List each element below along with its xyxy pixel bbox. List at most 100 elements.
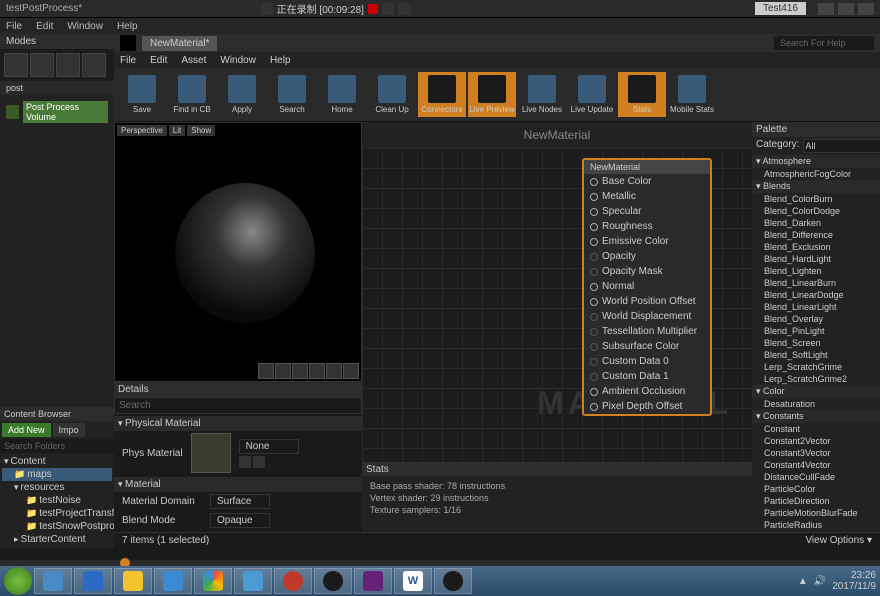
tray-icon[interactable]: 🔊	[814, 576, 826, 587]
node-pin[interactable]: Tessellation Multiplier	[584, 324, 710, 339]
taskbar-item[interactable]	[314, 568, 352, 594]
palette-item[interactable]: Constant	[752, 423, 880, 435]
tray-icon[interactable]: ▲	[798, 576, 808, 587]
taskbar-item[interactable]	[434, 568, 472, 594]
ppv-row[interactable]: Post Process Volume	[0, 95, 114, 129]
palette-item[interactable]: Blend_LinearBurn	[752, 277, 880, 289]
toolbar-save-button[interactable]: Save	[118, 72, 166, 117]
palette-item[interactable]: Lerp_ScratchGrime2	[752, 373, 880, 385]
palette-cat-dropdown[interactable]	[803, 139, 880, 153]
foliage-mode-icon[interactable]	[82, 53, 106, 77]
toolbar-search-button[interactable]: Search	[268, 72, 316, 117]
palette-item[interactable]: Blend_Exclusion	[752, 241, 880, 253]
add-new-button[interactable]: Add New	[2, 423, 51, 437]
taskbar-item[interactable]	[194, 568, 232, 594]
emenu-file[interactable]: File	[120, 55, 136, 66]
toolbar-live-preview-button[interactable]: Live Preview	[468, 72, 516, 117]
search-folders-input[interactable]: Search Folders	[0, 439, 114, 453]
node-pin[interactable]: World Displacement	[584, 309, 710, 324]
palette-item[interactable]: ParticleDirection	[752, 495, 880, 507]
vp-shape-icon[interactable]	[292, 363, 308, 379]
material-node[interactable]: NewMaterial Base ColorMetallicSpecularRo…	[582, 158, 712, 416]
taskbar-item[interactable]	[74, 568, 112, 594]
tray-date[interactable]: 2017/11/9	[832, 581, 876, 592]
palette-group[interactable]: ▾ Color	[752, 385, 880, 398]
landscape-mode-icon[interactable]	[56, 53, 80, 77]
reset-icon[interactable]	[253, 456, 265, 468]
palette-item[interactable]: Blend_SoftLight	[752, 349, 880, 361]
menu-edit[interactable]: Edit	[36, 21, 53, 32]
palette-item[interactable]: ParticleColor	[752, 483, 880, 495]
taskbar-item[interactable]	[234, 568, 272, 594]
palette-item[interactable]: Blend_Difference	[752, 229, 880, 241]
start-button[interactable]	[4, 567, 32, 595]
paint-mode-icon[interactable]	[30, 53, 54, 77]
vp-show[interactable]: Show	[187, 125, 215, 136]
vp-shape-icon[interactable]	[326, 363, 342, 379]
vp-shape-icon[interactable]	[275, 363, 291, 379]
palette-item[interactable]: Constant4Vector	[752, 459, 880, 471]
taskbar-item[interactable]	[274, 568, 312, 594]
vp-perspective[interactable]: Perspective	[117, 125, 167, 136]
palette-item[interactable]: Blend_Darken	[752, 217, 880, 229]
toolbar-connectors-button[interactable]: Connectors	[418, 72, 466, 117]
node-pin[interactable]: Opacity Mask	[584, 264, 710, 279]
node-pin[interactable]: Specular	[584, 204, 710, 219]
physmat-section[interactable]: ▾ Physical Material	[114, 416, 362, 431]
palette-item[interactable]: Blend_PinLight	[752, 325, 880, 337]
palette-item[interactable]: Blend_ColorBurn	[752, 193, 880, 205]
palette-item[interactable]: Blend_LinearLight	[752, 301, 880, 313]
taskbar-item[interactable]	[34, 568, 72, 594]
palette-item[interactable]: DistanceCullFade	[752, 471, 880, 483]
node-pin[interactable]: Metallic	[584, 189, 710, 204]
toolbar-home-button[interactable]: Home	[318, 72, 366, 117]
palette-item[interactable]: Constant3Vector	[752, 447, 880, 459]
emenu-window[interactable]: Window	[220, 55, 256, 66]
palette-item[interactable]: Blend_ColorDodge	[752, 205, 880, 217]
folder-maps[interactable]: 📁 maps	[2, 468, 112, 481]
node-pin[interactable]: World Position Offset	[584, 294, 710, 309]
toolbar-live-update-button[interactable]: Live Update	[568, 72, 616, 117]
node-pin[interactable]: Pixel Depth Offset	[584, 399, 710, 414]
details-search-input[interactable]: Search	[114, 397, 362, 414]
palette-group[interactable]: ▾ Blends	[752, 180, 880, 193]
palette-group[interactable]: ▾ Constants	[752, 410, 880, 423]
physmat-thumb[interactable]	[191, 433, 231, 473]
folder-testnoise[interactable]: 📁 testNoise	[2, 494, 112, 507]
material-viewport[interactable]: Perspective Lit Show	[114, 122, 362, 382]
vp-shape-icon[interactable]	[343, 363, 359, 379]
node-pin[interactable]: Emissive Color	[584, 234, 710, 249]
folder-resources[interactable]: ▾ resources	[2, 481, 112, 494]
editor-tab[interactable]: NewMaterial*	[142, 36, 217, 51]
toolbar-live-nodes-button[interactable]: Live Nodes	[518, 72, 566, 117]
palette-item[interactable]: ParticleMotionBlurFade	[752, 507, 880, 519]
menu-file[interactable]: File	[6, 21, 22, 32]
browse-icon[interactable]	[239, 456, 251, 468]
blend-mode-dropdown[interactable]: Opaque	[210, 513, 270, 528]
node-pin[interactable]: Subsurface Color	[584, 339, 710, 354]
node-pin[interactable]: Normal	[584, 279, 710, 294]
palette-item[interactable]: Blend_Overlay	[752, 313, 880, 325]
palette-item[interactable]: Desaturation	[752, 398, 880, 410]
palette-item[interactable]: Blend_Lighten	[752, 265, 880, 277]
tray-time[interactable]: 23:26	[832, 570, 876, 581]
graph-canvas[interactable]: MATERIAL NewMaterial Base ColorMetallicS…	[362, 148, 752, 462]
palette-item[interactable]: Blend_LinearDodge	[752, 289, 880, 301]
taskbar-item[interactable]	[154, 568, 192, 594]
vp-shape-icon[interactable]	[309, 363, 325, 379]
node-pin[interactable]: Custom Data 0	[584, 354, 710, 369]
palette-item[interactable]: ParticleRadius	[752, 519, 880, 531]
maximize-icon[interactable]	[838, 3, 854, 15]
stop-record-icon[interactable]	[368, 4, 378, 14]
toolbar-mobile-stats-button[interactable]: Mobile Stats	[668, 72, 716, 117]
vp-lit[interactable]: Lit	[169, 125, 185, 136]
folder-startercontent[interactable]: ▸ StarterContent	[2, 533, 112, 546]
close-icon[interactable]	[858, 3, 874, 15]
palette-item[interactable]: Lerp_ScratchGrime	[752, 361, 880, 373]
vp-shape-icon[interactable]	[258, 363, 274, 379]
rec-icon[interactable]	[261, 3, 273, 15]
emenu-help[interactable]: Help	[270, 55, 291, 66]
toolbar-apply-button[interactable]: Apply	[218, 72, 266, 117]
palette-item[interactable]: Blend_Screen	[752, 337, 880, 349]
palette-group[interactable]: ▾ Atmosphere	[752, 155, 880, 168]
